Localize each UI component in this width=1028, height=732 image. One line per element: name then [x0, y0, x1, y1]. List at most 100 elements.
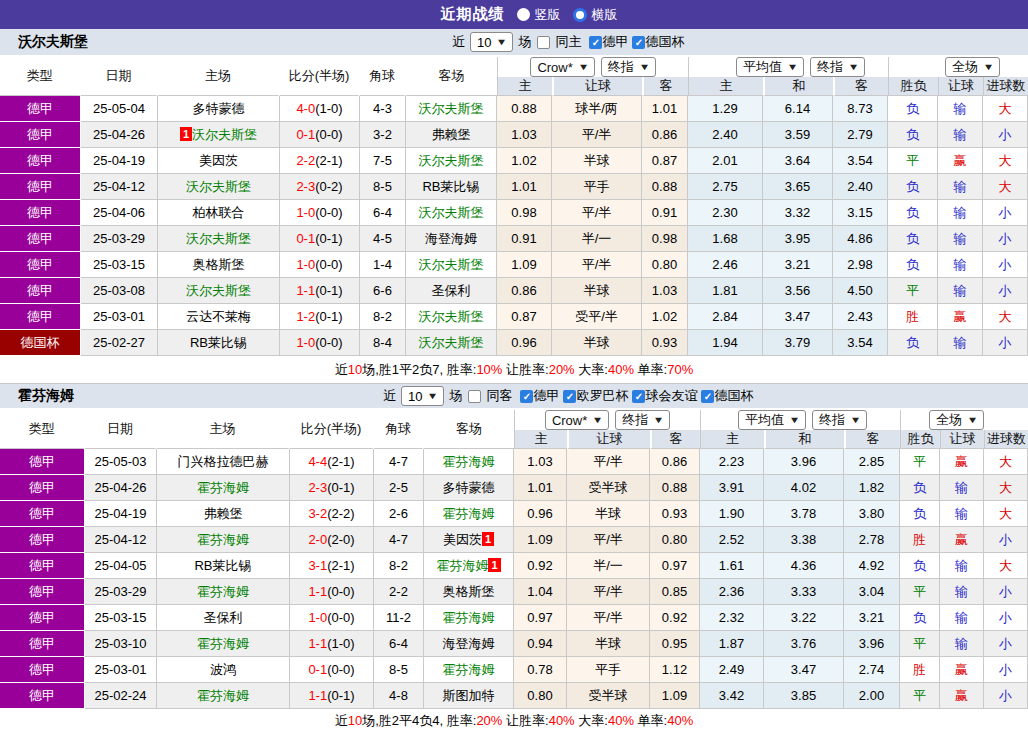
result-goals: 大	[983, 174, 1028, 200]
checkbox-德甲[interactable]: ✓	[520, 390, 533, 403]
avg-home: 2.52	[700, 527, 764, 553]
radio-vertical-label: 竖版	[535, 6, 561, 24]
league-type-badge: 德甲	[0, 475, 85, 501]
result-goals: 小	[983, 226, 1028, 252]
avg-home: 3.91	[700, 475, 764, 501]
summary-segment: 场,胜1平2负7, 胜率:	[362, 362, 476, 377]
avg-home: 3.42	[700, 683, 764, 709]
corner-score: 8-2	[374, 553, 424, 579]
avg-away: 2.00	[844, 683, 900, 709]
odds-handicap: 平/半	[567, 579, 650, 605]
score: 3-2(2-2)	[290, 501, 374, 527]
fulltime-score: 2-3	[296, 179, 315, 194]
league-filter-label: 德甲	[602, 33, 628, 51]
result-goals: 大	[984, 449, 1028, 475]
avg-draw: 6.14	[763, 96, 833, 122]
sub-header-5: 客	[833, 77, 888, 96]
select-avg-source[interactable]: 平均值▼	[738, 410, 806, 430]
column-header-1: 日期	[85, 410, 157, 449]
checkbox-欧罗巴杯[interactable]: ✓	[563, 390, 576, 403]
fulltime-score: 0-1	[296, 127, 315, 142]
sub-header-0: 主	[497, 77, 552, 96]
result-goals: 小	[984, 605, 1028, 631]
select-scope[interactable]: 全场▼	[929, 410, 984, 430]
select-match-count[interactable]: 10▼	[401, 386, 444, 406]
select-avg-time[interactable]: 终指▼	[812, 410, 867, 430]
result-handicap: 输	[938, 96, 983, 122]
home-team-name: 柏林联合	[193, 205, 245, 220]
halftime-score: (0-0)	[327, 584, 354, 599]
match-date: 25-04-12	[81, 174, 158, 200]
result-outcome: 负	[888, 252, 938, 278]
stats-table: 类型日期主场比分(半场)角球客场Crow*▼终指▼平均值▼终指▼全场▼主让球客主…	[0, 57, 1028, 356]
summary-segment: 40%	[608, 713, 634, 728]
away-team-name: 沃尔夫斯堡	[419, 257, 484, 272]
select-odds-source[interactable]: Crow*▼	[530, 57, 594, 77]
checkbox-同主[interactable]	[537, 36, 550, 49]
odds-home: 0.94	[514, 631, 567, 657]
result-handicap: 输	[938, 278, 983, 304]
halftime-score: (0-1)	[315, 309, 342, 324]
radio-horizontal[interactable]: 横版	[573, 6, 618, 24]
result-outcome: 平	[900, 579, 940, 605]
odds-handicap: 受半球	[567, 475, 650, 501]
unit-label: 场	[449, 387, 462, 405]
match-date: 25-03-15	[85, 605, 157, 631]
odds-handicap: 半球	[552, 148, 642, 174]
odds-away: 0.93	[650, 501, 700, 527]
match-row: 德甲25-04-05RB莱比锡3-1(2-1)8-2霍芬海姆10.92半/一0.…	[0, 553, 1028, 579]
corner-score: 4-7	[374, 449, 424, 475]
odds-away: 0.85	[650, 579, 700, 605]
result-outcome: 平	[900, 683, 940, 709]
away-team: 斯图加特	[424, 683, 514, 709]
avg-home: 2.84	[688, 304, 763, 330]
checkbox-德国杯[interactable]: ✓	[632, 36, 645, 49]
select-avg-source[interactable]: 平均值 ▼	[736, 57, 804, 77]
result-outcome: 平	[900, 631, 940, 657]
away-team: RB莱比锡	[406, 174, 497, 200]
avg-draw: 3.65	[763, 174, 833, 200]
checkbox-球会友谊[interactable]: ✓	[632, 390, 645, 403]
odds-handicap: 受平/半	[552, 304, 642, 330]
avg-source-value: 平均值	[743, 58, 782, 76]
away-team: 霍芬海姆	[424, 501, 514, 527]
result-handicap: 赢	[938, 148, 983, 174]
odds-home: 1.03	[514, 449, 567, 475]
select-odds-time[interactable]: 终指▼	[615, 410, 670, 430]
avg-home: 1.81	[688, 278, 763, 304]
radio-selected-icon[interactable]	[517, 8, 530, 21]
result-outcome: 平	[900, 449, 940, 475]
radio-unselected-icon[interactable]	[573, 8, 587, 22]
select-match-count[interactable]: 10▼	[470, 32, 513, 52]
home-team: 霍芬海姆	[157, 527, 290, 553]
odds-select-group: Crow*▼ 终指▼	[514, 410, 700, 430]
odds-handicap: 受半球	[567, 683, 650, 709]
result-goals: 小	[983, 122, 1028, 148]
checkbox-同客[interactable]	[468, 390, 481, 403]
result-handicap: 赢	[940, 527, 984, 553]
checkbox-德国杯[interactable]: ✓	[701, 390, 714, 403]
select-odds-time[interactable]: 终指▼	[601, 57, 656, 77]
home-team-name: 沃尔夫斯堡	[186, 179, 251, 194]
select-scope[interactable]: 全场▼	[945, 57, 1000, 77]
odds-home: 0.86	[497, 278, 552, 304]
avg-away: 2.74	[844, 657, 900, 683]
odds-handicap: 半/一	[567, 553, 650, 579]
summary-segment: 40%	[549, 713, 575, 728]
avg-home: 2.30	[688, 200, 763, 226]
corner-score: 2-2	[374, 579, 424, 605]
checkbox-德甲[interactable]: ✓	[589, 36, 602, 49]
away-team: 圣保利	[406, 278, 497, 304]
select-avg-time[interactable]: 终指▼	[810, 57, 865, 77]
away-team: 海登海姆	[424, 631, 514, 657]
sub-header-8: 进球数	[984, 430, 1028, 449]
avg-draw: 3.79	[763, 330, 833, 356]
halftime-score: (0-0)	[315, 205, 342, 220]
halftime-score: (0-0)	[315, 335, 342, 350]
chevron-down-icon: ▼	[787, 62, 799, 72]
home-team: 波鸿	[157, 657, 290, 683]
result-goals: 小	[983, 330, 1028, 356]
select-odds-source[interactable]: Crow*▼	[545, 410, 609, 430]
radio-vertical[interactable]: 竖版	[517, 6, 561, 24]
home-team-name: 霍芬海姆	[197, 636, 249, 651]
